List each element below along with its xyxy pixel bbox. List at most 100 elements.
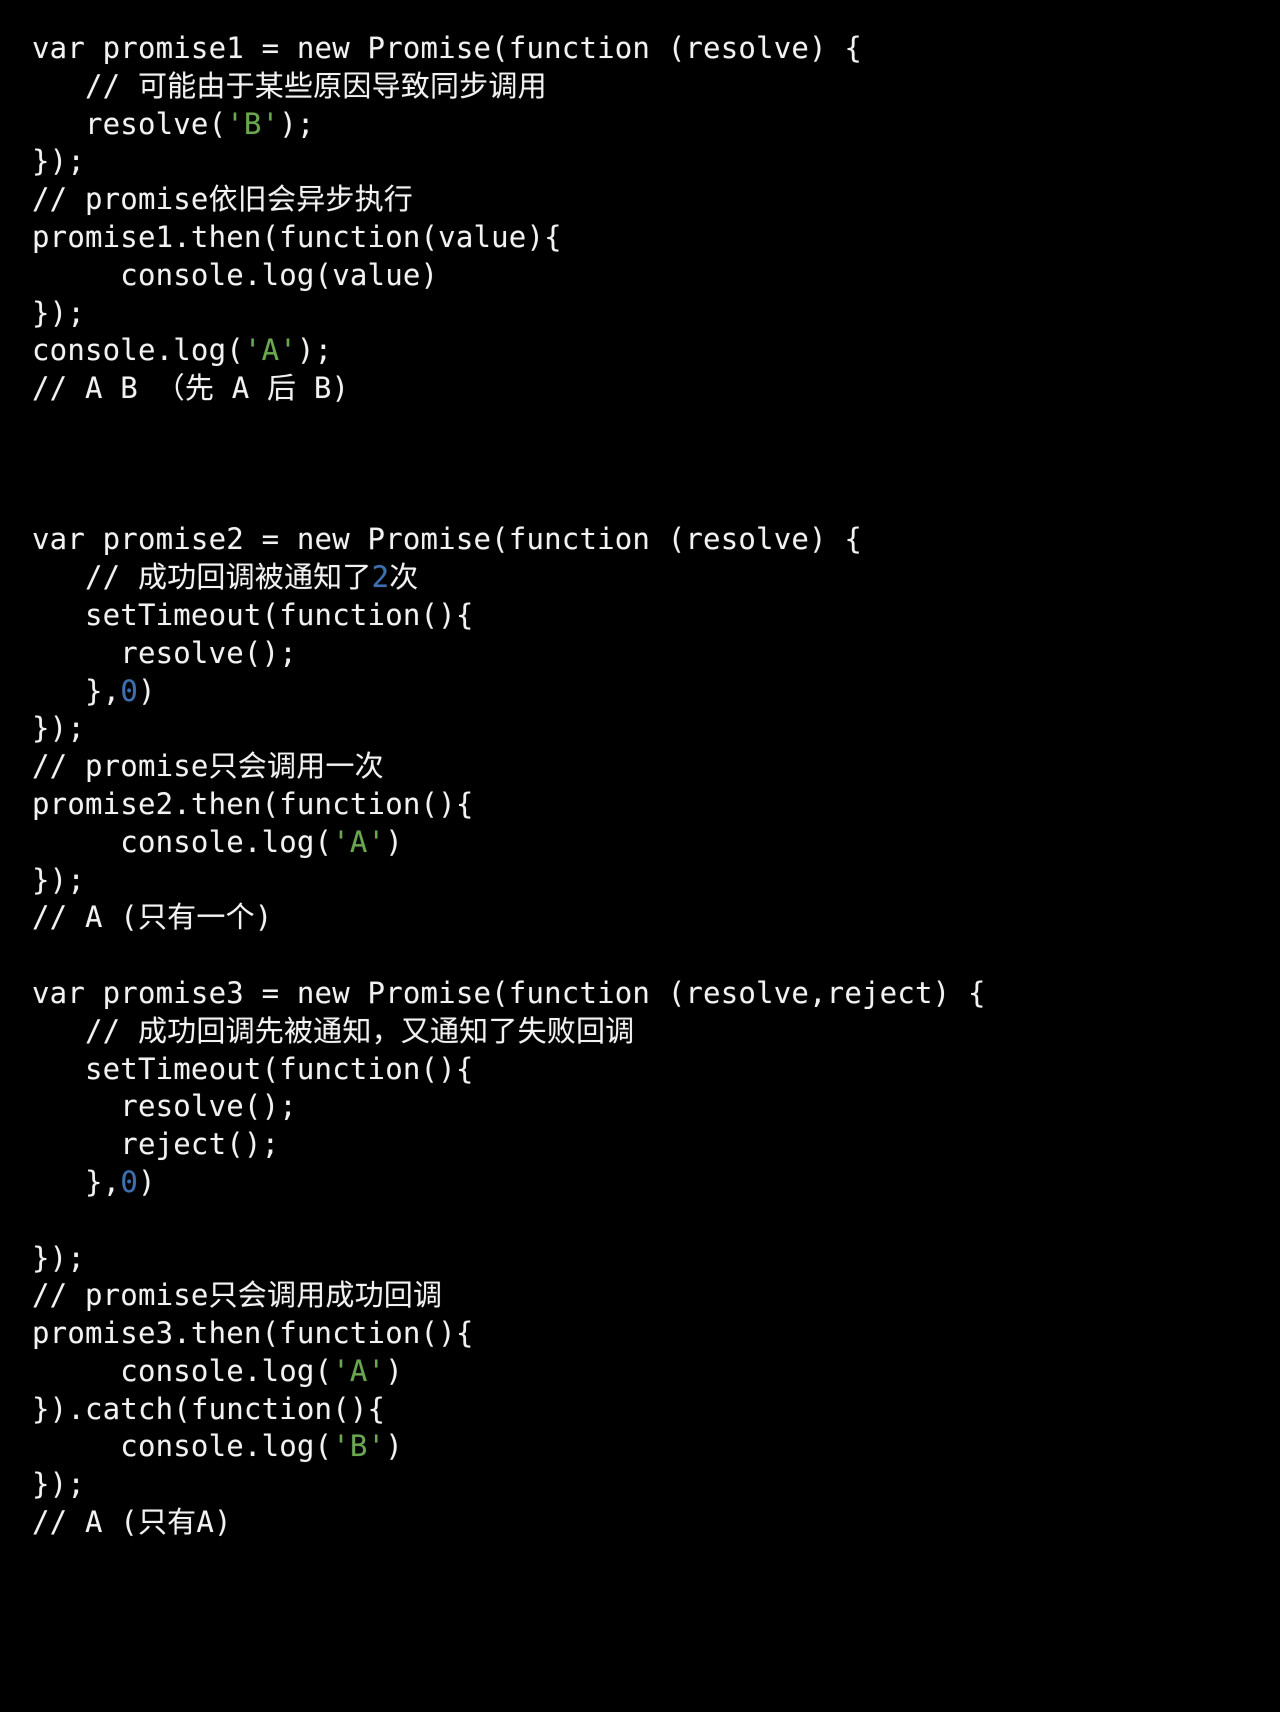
code-token: // A ( — [32, 900, 138, 935]
code-token-cjk: 后 — [267, 371, 297, 406]
code-line: }); — [32, 143, 1280, 181]
code-token: ) — [385, 1353, 403, 1388]
code-line: // A (只有一个) — [32, 899, 1280, 937]
code-line: promise3.then(function(){ — [32, 1315, 1280, 1353]
code-line: // 成功回调被通知了2次 — [32, 559, 1280, 597]
code-line: setTimeout(function(){ — [32, 1051, 1280, 1089]
code-token: // — [32, 560, 138, 595]
code-token-cjk: 成功回调先被通知，又通知了失败回调 — [137, 1013, 635, 1048]
code-token: }); — [32, 1467, 85, 1502]
code-token: var promise1 = new Promise(function (res… — [32, 31, 862, 65]
code-line: var promise1 = new Promise(function (res… — [32, 30, 1280, 68]
code-line: },0) — [32, 673, 1280, 711]
code-token: promise1.then(function(value){ — [32, 219, 562, 254]
code-line: console.log('B') — [32, 1428, 1280, 1466]
code-token: reject(); — [32, 1127, 280, 1162]
code-token: B) — [296, 371, 350, 406]
code-line: promise2.then(function(){ — [32, 786, 1280, 824]
code-line: }); — [32, 862, 1280, 900]
code-token: // A ( — [32, 1505, 138, 1540]
code-token: console.log(value) — [32, 257, 439, 292]
code-token: }); — [32, 144, 85, 179]
code-token: // promise — [32, 182, 209, 217]
code-token: resolve(); — [32, 635, 297, 670]
code-token-cjk: 可能由于某些原因导致同步调用 — [137, 68, 547, 103]
code-line: }); — [32, 710, 1280, 748]
code-token: ); — [296, 333, 333, 368]
code-token: }); — [32, 1240, 85, 1275]
code-token: ) — [137, 673, 156, 708]
code-line: console.log('A') — [32, 1353, 1280, 1391]
code-line: reject(); — [32, 1126, 1280, 1164]
code-token: resolve( — [32, 106, 227, 141]
code-block: var promise1 = new Promise(function (res… — [0, 0, 1280, 1542]
code-line: resolve(); — [32, 1088, 1280, 1126]
code-token: console.log( — [32, 1429, 333, 1464]
code-token: 'B' — [332, 1429, 386, 1464]
code-token: A — [214, 371, 268, 406]
code-line: setTimeout(function(){ — [32, 597, 1280, 635]
code-line: // promise依旧会异步执行 — [32, 181, 1280, 219]
code-line: // A (只有A) — [32, 1504, 1280, 1542]
code-token: 'A' — [243, 333, 297, 368]
code-token: promise3.then(function(){ — [32, 1316, 474, 1351]
code-token: }).catch(function(){ — [32, 1391, 386, 1426]
code-token: var promise3 = new Promise(function (res… — [32, 975, 986, 1010]
code-line: // promise只会调用成功回调 — [32, 1277, 1280, 1315]
code-token-cjk: 只会调用一次 — [208, 749, 384, 784]
code-token: ) — [385, 1429, 403, 1464]
code-line: var promise3 = new Promise(function (res… — [32, 975, 1280, 1013]
code-token: }); — [32, 862, 85, 897]
code-token: }); — [32, 295, 85, 330]
code-token: A) — [196, 1505, 232, 1540]
code-token: console.log( — [32, 333, 244, 368]
code-token: 2 — [371, 560, 390, 595]
code-token: console.log( — [32, 824, 333, 859]
code-line: }); — [32, 1240, 1280, 1278]
code-token: 'B' — [226, 106, 280, 141]
code-token: }, — [32, 1164, 121, 1199]
code-token: setTimeout(function(){ — [32, 597, 474, 632]
code-token: 'A' — [332, 1353, 386, 1388]
code-token: promise2.then(function(){ — [32, 786, 474, 821]
code-line: console.log(value) — [32, 257, 1280, 295]
code-line: }); — [32, 295, 1280, 333]
code-token: // promise — [32, 1278, 209, 1313]
code-token: // promise — [32, 749, 209, 784]
code-token: ) — [254, 900, 273, 935]
code-token: // A B — [32, 371, 156, 406]
code-token-cjk: 只会调用成功回调 — [208, 1278, 443, 1313]
code-line: // A B （先 A 后 B) — [32, 370, 1280, 408]
code-token-cjk: （先 — [155, 371, 215, 406]
code-line: },0) — [32, 1164, 1280, 1202]
code-token: 0 — [120, 1164, 138, 1199]
code-token: ) — [385, 824, 403, 859]
code-token: console.log( — [32, 1353, 333, 1388]
code-token-cjk: 只有一个 — [137, 900, 255, 935]
code-line: }).catch(function(){ — [32, 1391, 1280, 1429]
code-line: resolve(); — [32, 635, 1280, 673]
code-token: var promise2 = new Promise(function (res… — [32, 522, 862, 557]
code-token-cjk: 只有 — [137, 1505, 197, 1540]
code-token: setTimeout(function(){ — [32, 1051, 474, 1086]
code-token: // — [32, 68, 138, 103]
code-line: var promise2 = new Promise(function (res… — [32, 521, 1280, 559]
code-token: }); — [32, 711, 85, 746]
code-token: ) — [137, 1164, 156, 1199]
code-token: resolve(); — [32, 1089, 297, 1124]
code-token: }, — [32, 673, 121, 708]
code-line: console.log('A'); — [32, 332, 1280, 370]
code-token: 0 — [120, 673, 138, 708]
code-line: console.log('A') — [32, 824, 1280, 862]
code-screenshot-surface: var promise1 = new Promise(function (res… — [0, 0, 1280, 1712]
code-token-cjk: 成功回调被通知了 — [137, 560, 372, 595]
code-line: }); — [32, 1466, 1280, 1504]
code-line: // 成功回调先被通知，又通知了失败回调 — [32, 1013, 1280, 1051]
code-token-cjk: 次 — [389, 560, 419, 595]
code-token: // — [32, 1013, 138, 1048]
